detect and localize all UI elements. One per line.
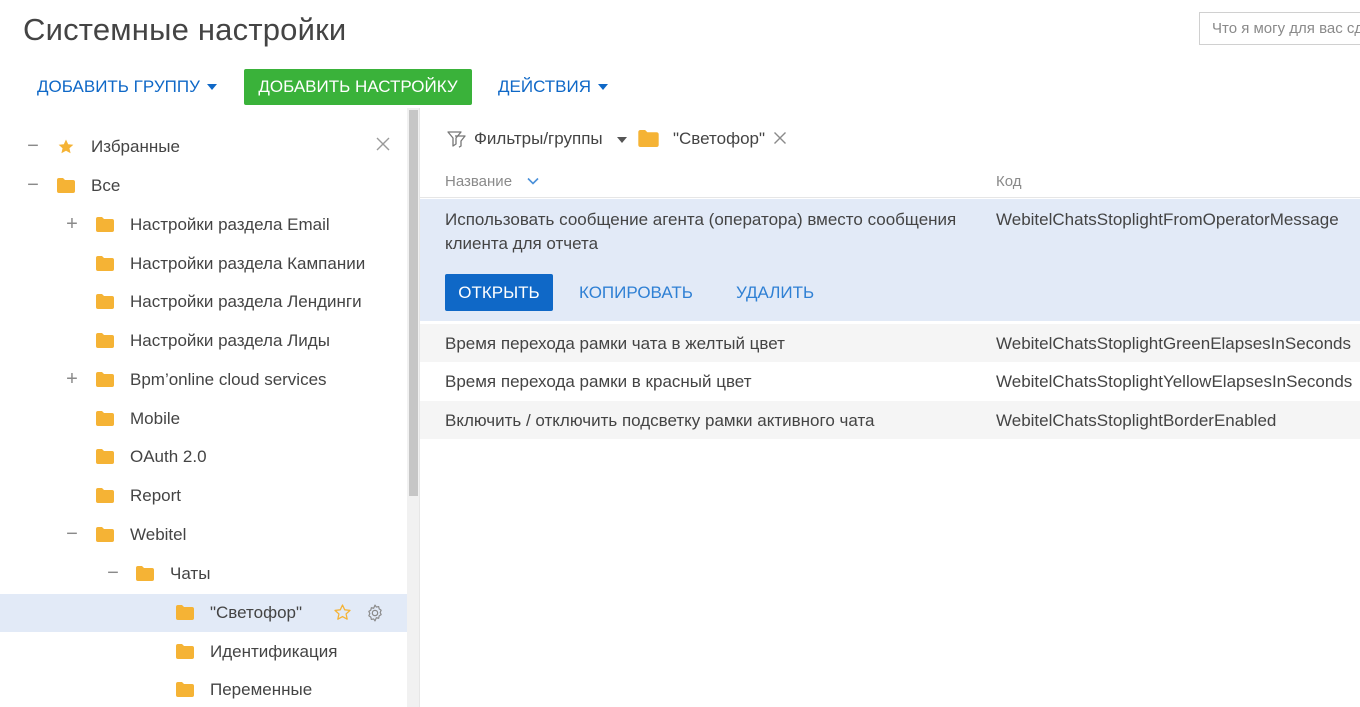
add-group-label: ДОБАВИТЬ ГРУППУ [37,77,200,96]
tree-item-leads[interactable]: Настройки раздела Лиды [0,322,407,360]
collapse-icon[interactable]: − [26,175,40,195]
chevron-down-icon [206,83,217,90]
favorite-star-icon[interactable] [333,603,352,622]
column-header-name[interactable]: Название [445,173,512,191]
tree-item-label: Mobile [130,409,181,428]
row-name-cell: Включить / отключить подсветку рамки акт… [445,411,875,430]
folder-icon [136,566,154,581]
filter-icon[interactable] [445,129,467,149]
tree-item-svetofor[interactable]: "Светофор" [0,594,407,632]
tree-item-email[interactable]: + Настройки раздела Email [0,206,407,244]
expand-icon[interactable]: + [65,369,79,389]
folder-icon [176,644,194,659]
tree-item-label: Идентификация [210,642,338,661]
tree-item-label: Переменные [210,680,313,699]
folder-icon [96,372,114,387]
tree-item-label: OAuth 2.0 [130,447,207,466]
tree-scrollbar-thumb[interactable] [409,110,418,496]
tree-item-label: Настройки раздела Лиды [130,331,330,350]
chevron-down-icon [598,83,609,90]
tree-item-campaigns[interactable]: Настройки раздела Кампании [0,245,407,283]
folder-icon [176,682,194,697]
tree-item-label: Report [130,486,182,505]
row-code-cell: WebitelChatsStoplightYellowElapsesInSeco… [996,372,1353,391]
expand-icon[interactable]: + [65,214,79,234]
tree-item-all[interactable]: − Все [0,167,407,205]
chevron-down-icon[interactable] [617,137,627,143]
tree-item-favorites[interactable]: − Избранные [0,128,407,166]
folder-icon [96,294,114,309]
row-name-cell: Использовать сообщение агента (оператора… [445,210,957,253]
tree-item-landings[interactable]: Настройки раздела Лендинги [0,283,407,321]
tree-item-label: Все [91,176,121,195]
add-setting-button[interactable]: ДОБАВИТЬ НАСТРОЙКУ [244,69,472,105]
tree-item-variables[interactable]: Переменные [0,671,407,707]
header-divider [420,197,1360,198]
tree-item-cloud-services[interactable]: + Bpm’online cloud services [0,361,407,399]
command-search-input[interactable] [1199,12,1360,45]
row-code-cell: WebitelChatsStoplightGreenElapsesInSecon… [996,334,1352,353]
folder-icon [96,411,114,426]
actions-label: ДЕЙСТВИЯ [498,77,592,96]
folder-icon [57,178,75,193]
actions-button[interactable]: ДЕЙСТВИЯ [498,76,609,98]
active-group-filter-tag: "Светофор" [673,129,766,148]
tree-item-label: Настройки раздела Лендинги [130,292,362,311]
collapse-icon[interactable]: − [26,136,40,156]
tree-item-webitel[interactable]: − Webitel [0,516,407,554]
settings-group-tree: − Избранные − Все + Настройки раздела Em… [0,128,407,707]
tree-item-identification[interactable]: Идентификация [0,633,407,671]
folder-icon [96,256,114,271]
open-button[interactable]: ОТКРЫТЬ [445,274,553,311]
tree-item-label: Избранные [91,137,180,156]
tree-item-label: "Светофор" [210,603,303,622]
star-icon [58,139,74,154]
close-icon[interactable] [773,131,787,145]
tree-item-label: Настройки раздела Email [130,215,330,234]
row-code-cell: WebitelChatsStoplightFromOperatorMessage [996,210,1339,229]
tree-item-mobile[interactable]: Mobile [0,400,407,438]
folder-icon [96,333,114,348]
add-group-button[interactable]: ДОБАВИТЬ ГРУППУ [37,76,217,98]
folder-icon [176,605,194,620]
folder-icon [96,488,114,503]
tree-item-oauth[interactable]: OAuth 2.0 [0,438,407,476]
folder-icon [96,449,114,464]
folder-icon [638,130,659,147]
delete-button[interactable]: УДАЛИТЬ [736,283,814,303]
row-code-cell: WebitelChatsStoplightBorderEnabled [996,411,1277,430]
collapse-icon[interactable]: − [106,563,120,583]
row-name-cell: Время перехода рамки чата в желтый цвет [445,334,785,353]
folder-icon [96,527,114,542]
folder-icon [96,217,114,232]
sort-down-icon[interactable] [527,177,539,185]
close-icon[interactable] [375,136,391,152]
page-title: Системные настройки [23,12,347,47]
collapse-icon[interactable]: − [65,524,79,544]
column-header-code[interactable]: Код [996,173,1022,191]
gear-icon[interactable] [365,603,385,623]
tree-item-label: Чаты [170,564,211,583]
tree-item-label: Webitel [130,525,187,544]
tree-item-chats[interactable]: − Чаты [0,555,407,593]
copy-button[interactable]: КОПИРОВАТЬ [579,283,693,303]
tree-item-label: Bpm’online cloud services [130,370,327,389]
tree-item-label: Настройки раздела Кампании [130,254,366,273]
row-name-cell: Время перехода рамки в красный цвет [445,372,752,391]
tree-item-report[interactable]: Report [0,477,407,515]
filters-groups-button[interactable]: Фильтры/группы [474,129,603,149]
